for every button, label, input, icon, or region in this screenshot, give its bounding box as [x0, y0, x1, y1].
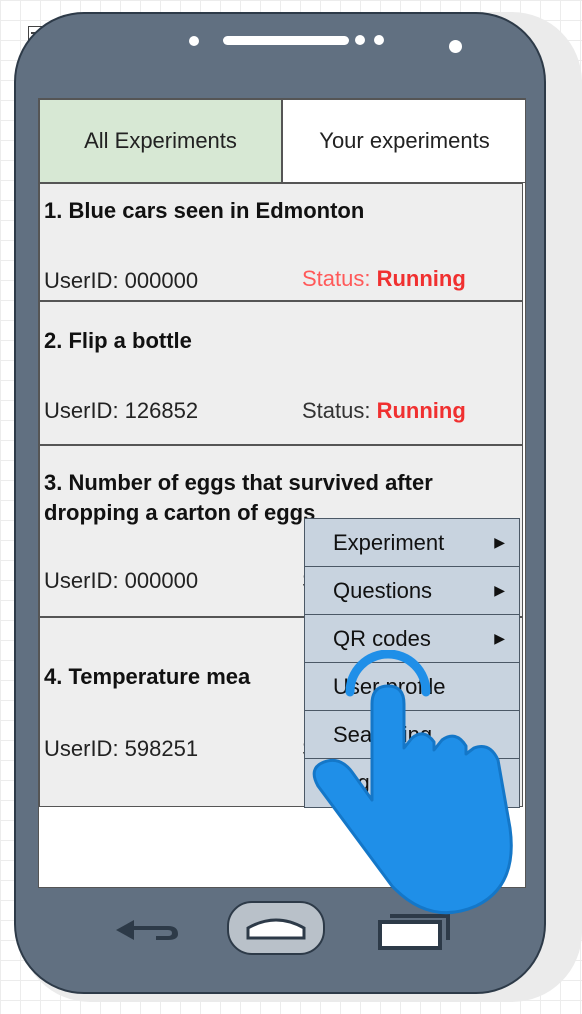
camera-dot-right-1 [355, 35, 365, 45]
experiment-status: Status: Running [302, 398, 466, 423]
menu-item-experiment[interactable]: Experiment ▶ [305, 519, 519, 567]
menu-item-questions[interactable]: Questions ▶ [305, 567, 519, 615]
submenu-arrow-icon: ▶ [494, 630, 505, 646]
submenu-arrow-icon: ▶ [494, 582, 505, 598]
tab-your-experiments[interactable]: Your experiments [282, 99, 525, 183]
back-arrow-icon[interactable] [106, 910, 186, 950]
camera-dot-right-2 [374, 35, 384, 45]
experiment-card[interactable]: 1. Blue cars seen in Edmonton UserID: 00… [39, 183, 523, 301]
tab-label: All Experiments [84, 128, 237, 153]
experiment-user-id: UserID: 000000 [44, 568, 199, 593]
submenu-arrow-icon: ▶ [494, 534, 505, 550]
camera-dot-left [189, 36, 199, 46]
experiment-user-id: UserID: 598251 [44, 736, 199, 761]
experiment-user-id: UserID: 000000 [44, 268, 199, 293]
experiment-title: 1. Blue cars seen in Edmonton [44, 198, 365, 223]
experiment-title: 2. Flip a bottle [44, 328, 192, 353]
experiment-user-id: UserID: 126852 [44, 398, 199, 423]
experiment-status: Status: Running [302, 266, 466, 291]
camera-lens [449, 40, 462, 53]
hand-tap-icon [312, 650, 513, 915]
experiment-card[interactable]: 2. Flip a bottle UserID: 126852 Status: … [39, 301, 523, 445]
speaker-grille [223, 36, 349, 45]
tab-all-experiments[interactable]: All Experiments [39, 99, 282, 183]
tab-label: Your experiments [319, 128, 490, 153]
